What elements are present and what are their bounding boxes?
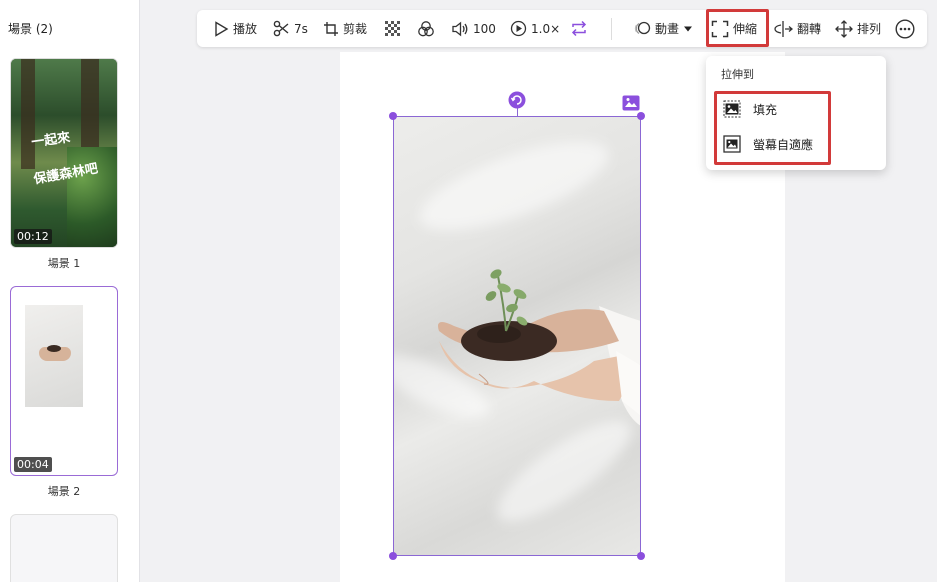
arrange-label: 排列 <box>857 22 882 36</box>
replace-image-icon[interactable] <box>622 95 640 111</box>
rotate-handle-stem <box>517 108 518 116</box>
play-icon <box>215 20 229 37</box>
resize-handle-top-left[interactable] <box>389 112 397 120</box>
resize-handle-bottom-left[interactable] <box>389 552 397 560</box>
more-options-icon <box>895 18 915 39</box>
effects-button[interactable] <box>417 16 435 41</box>
trim-button[interactable]: 7s <box>273 16 308 41</box>
crop-icon <box>324 21 338 36</box>
move-arrows-icon <box>835 19 853 38</box>
scissors-icon <box>273 20 289 37</box>
resize-handle-bottom-right[interactable] <box>637 552 645 560</box>
animate-label: 動畫 <box>655 22 680 36</box>
flip-button[interactable]: 翻轉 <box>773 16 821 41</box>
scene-thumbnail-1[interactable]: 一起來 保護森林吧 00:12 <box>10 58 118 248</box>
volume-icon <box>452 21 468 36</box>
arrange-button[interactable]: 排列 <box>835 16 881 41</box>
flip-label: 翻轉 <box>797 22 822 36</box>
hand-plant-image <box>25 305 83 407</box>
selection-frame <box>393 116 641 556</box>
scene-label: 場景 1 <box>47 257 81 270</box>
loop-button[interactable] <box>570 16 588 41</box>
stretch-options-highlight <box>714 91 831 165</box>
scenes-title: 場景 (2) <box>8 22 53 36</box>
toolbar: 播放 7s 剪裁 100 1.0× 動畫 伸縮 翻轉 排列 <box>197 10 927 47</box>
stretch-button-highlight <box>706 9 769 47</box>
transparency-icon <box>385 21 400 36</box>
transparency-button[interactable] <box>385 16 400 41</box>
crop-label: 剪裁 <box>343 22 368 36</box>
play-button[interactable]: 播放 <box>213 16 257 41</box>
add-scene-placeholder[interactable] <box>10 514 118 582</box>
resize-handle-top-right[interactable] <box>637 112 645 120</box>
scene-duration-badge: 00:04 <box>14 457 52 472</box>
speed-icon <box>510 20 527 37</box>
rotate-icon[interactable] <box>508 91 526 109</box>
stretch-menu-title: 拉伸到 <box>721 68 754 81</box>
scenes-panel: 場景 (2) 一起來 保護森林吧 00:12 場景 1 00:04 場景 2 <box>0 0 140 582</box>
forest-image <box>11 59 117 247</box>
volume-value: 100 <box>473 21 496 36</box>
play-label: 播放 <box>233 22 258 36</box>
effects-icon <box>418 20 434 36</box>
crop-button[interactable]: 剪裁 <box>323 16 367 41</box>
volume-button[interactable]: 100 <box>451 16 496 41</box>
caret-down-icon <box>684 26 693 31</box>
speed-value: 1.0× <box>531 21 561 36</box>
loop-icon <box>571 20 587 37</box>
scene-thumbnail-2[interactable]: 00:04 <box>10 286 118 476</box>
animate-button[interactable]: 動畫 <box>634 16 693 41</box>
flip-icon <box>774 20 793 37</box>
trim-duration: 7s <box>294 21 308 36</box>
more-options-button[interactable] <box>895 16 915 41</box>
scene-duration-badge: 00:12 <box>14 229 52 244</box>
toolbar-separator <box>611 18 612 40</box>
animate-icon <box>634 21 651 35</box>
speed-button[interactable]: 1.0× <box>510 16 560 41</box>
scene-label: 場景 2 <box>47 485 81 498</box>
